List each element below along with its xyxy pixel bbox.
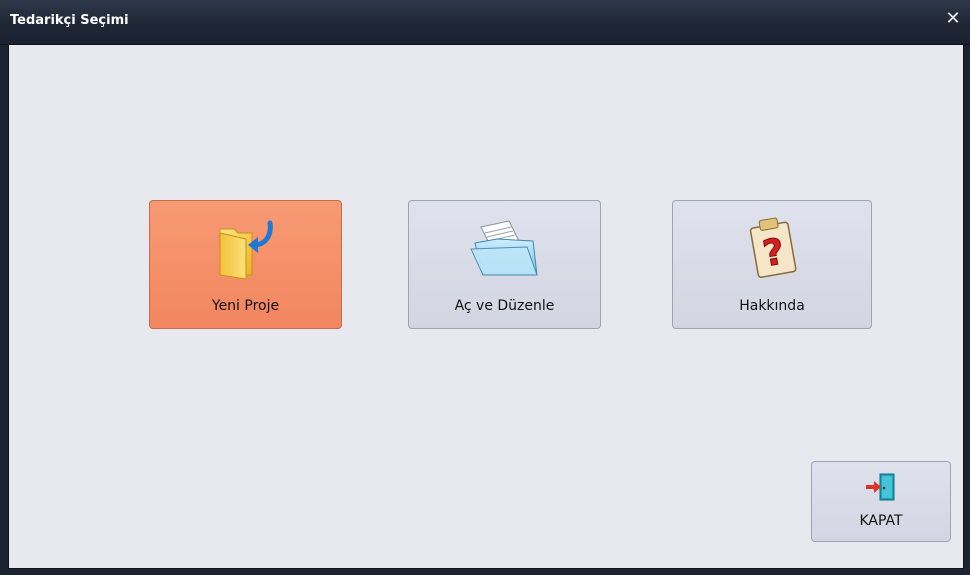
close-button[interactable]: KAPAT bbox=[811, 461, 951, 542]
close-label: KAPAT bbox=[859, 513, 903, 529]
title-bar[interactable]: Tedarikçi Seçimi ✕ bbox=[0, 0, 970, 45]
help-clipboard-icon: ? bbox=[749, 217, 797, 279]
close-window-icon[interactable]: ✕ bbox=[942, 8, 964, 30]
open-folder-icon bbox=[469, 220, 538, 276]
open-edit-label: Aç ve Düzenle bbox=[454, 298, 555, 314]
new-project-button[interactable]: Yeni Proje bbox=[149, 200, 342, 329]
open-edit-button[interactable]: Aç ve Düzenle bbox=[408, 200, 601, 329]
about-label: Hakkında bbox=[739, 298, 805, 314]
main-window: Tedarikçi Seçimi ✕ Yeni Proje Aç ve Düze… bbox=[0, 0, 970, 575]
new-project-label: Yeni Proje bbox=[211, 298, 280, 314]
client-area: Yeni Proje Aç ve Düzenle ? Hakkında KAPA… bbox=[8, 44, 964, 569]
folder-new-icon bbox=[219, 220, 273, 280]
exit-door-icon bbox=[866, 473, 895, 501]
window-title: Tedarikçi Seçimi bbox=[10, 13, 129, 28]
about-button[interactable]: ? Hakkında bbox=[672, 200, 872, 329]
